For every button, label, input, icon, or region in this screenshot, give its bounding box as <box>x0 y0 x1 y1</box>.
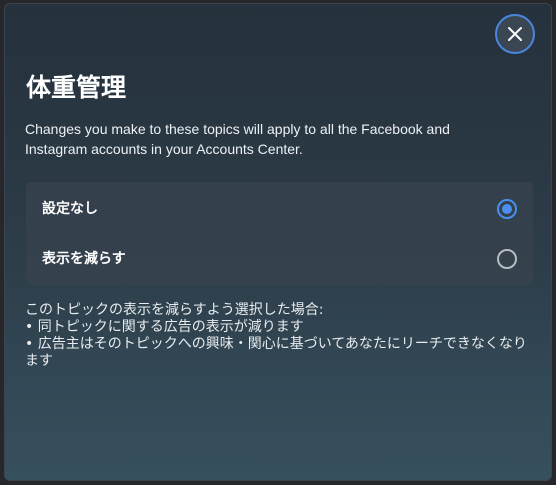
option-label-no-setting: 設定なし <box>42 201 98 217</box>
option-label-show-less: 表示を減らす <box>42 251 126 267</box>
info-bullet: • 広告主はそのトピックへの興味・関心に基づいてあなたにリーチできなくなります <box>25 336 527 369</box>
close-button[interactable] <box>495 14 535 54</box>
info-intro: このトピックの表示を減らすよう選択した場合: <box>25 302 324 318</box>
radio-show-less[interactable] <box>497 249 517 269</box>
option-show-less[interactable]: 表示を減らす <box>26 234 533 284</box>
topic-settings-dialog: 体重管理 Changes you make to these topics wi… <box>4 3 552 481</box>
radio-no-setting[interactable] <box>497 199 517 219</box>
dialog-title: 体重管理 <box>26 73 127 102</box>
close-icon <box>508 27 522 41</box>
radio-selected-dot <box>502 204 512 214</box>
option-group: 設定なし 表示を減らす <box>26 182 533 285</box>
info-text: このトピックの表示を減らすよう選択した場合: • 同トピックに関する広告の表示が… <box>25 302 537 370</box>
option-no-setting[interactable]: 設定なし <box>26 184 533 234</box>
dialog-description: Changes you make to these topics will ap… <box>25 121 450 157</box>
info-bullet: • 同トピックに関する広告の表示が減ります <box>25 319 304 335</box>
